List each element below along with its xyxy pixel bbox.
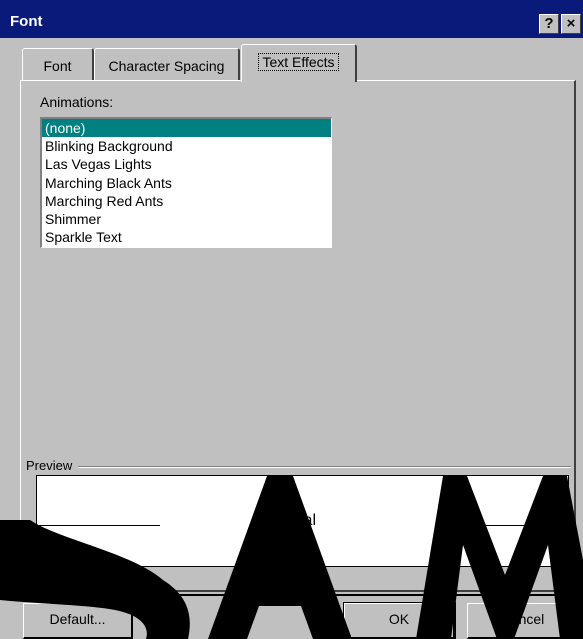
cancel-button[interactable]: Cancel xyxy=(467,603,579,639)
close-button[interactable]: × xyxy=(561,14,581,34)
tab-character-spacing[interactable]: Character Spacing xyxy=(94,48,240,80)
preview-group-divider xyxy=(26,466,571,468)
bottom-divider xyxy=(20,594,583,596)
list-item[interactable]: Shimmer xyxy=(42,210,331,228)
tab-font-label: Font xyxy=(43,58,72,74)
tab-text-effects-label: Text Effects xyxy=(258,53,339,71)
list-item[interactable]: Las Vegas Lights xyxy=(42,155,331,173)
ok-button[interactable]: OK xyxy=(343,602,456,639)
list-item[interactable]: Blinking Background xyxy=(42,137,331,155)
preview-text: Arial xyxy=(284,512,317,529)
list-item[interactable]: Sparkle Text xyxy=(42,228,331,246)
list-item[interactable]: Marching Red Ants xyxy=(42,192,331,210)
help-button[interactable]: ? xyxy=(539,14,559,34)
title-bar: Font ? × xyxy=(0,0,583,38)
preview-box: Arial xyxy=(36,475,569,567)
animations-label: Animations: xyxy=(40,94,114,110)
tab-text-effects[interactable]: Text Effects xyxy=(241,44,357,82)
preview-label: Preview xyxy=(26,458,79,473)
animations-listbox[interactable]: (none) Blinking Background Las Vegas Lig… xyxy=(40,117,332,248)
preview-baseline-right xyxy=(444,525,568,526)
list-item[interactable]: (none) xyxy=(42,119,331,138)
tab-character-spacing-label: Character Spacing xyxy=(108,58,225,74)
window-title: Font xyxy=(10,13,43,30)
preview-baseline-left xyxy=(39,525,160,526)
list-item[interactable]: Marching Black Ants xyxy=(42,174,331,192)
tab-font[interactable]: Font xyxy=(22,48,94,80)
default-button[interactable]: Default... xyxy=(23,603,133,639)
